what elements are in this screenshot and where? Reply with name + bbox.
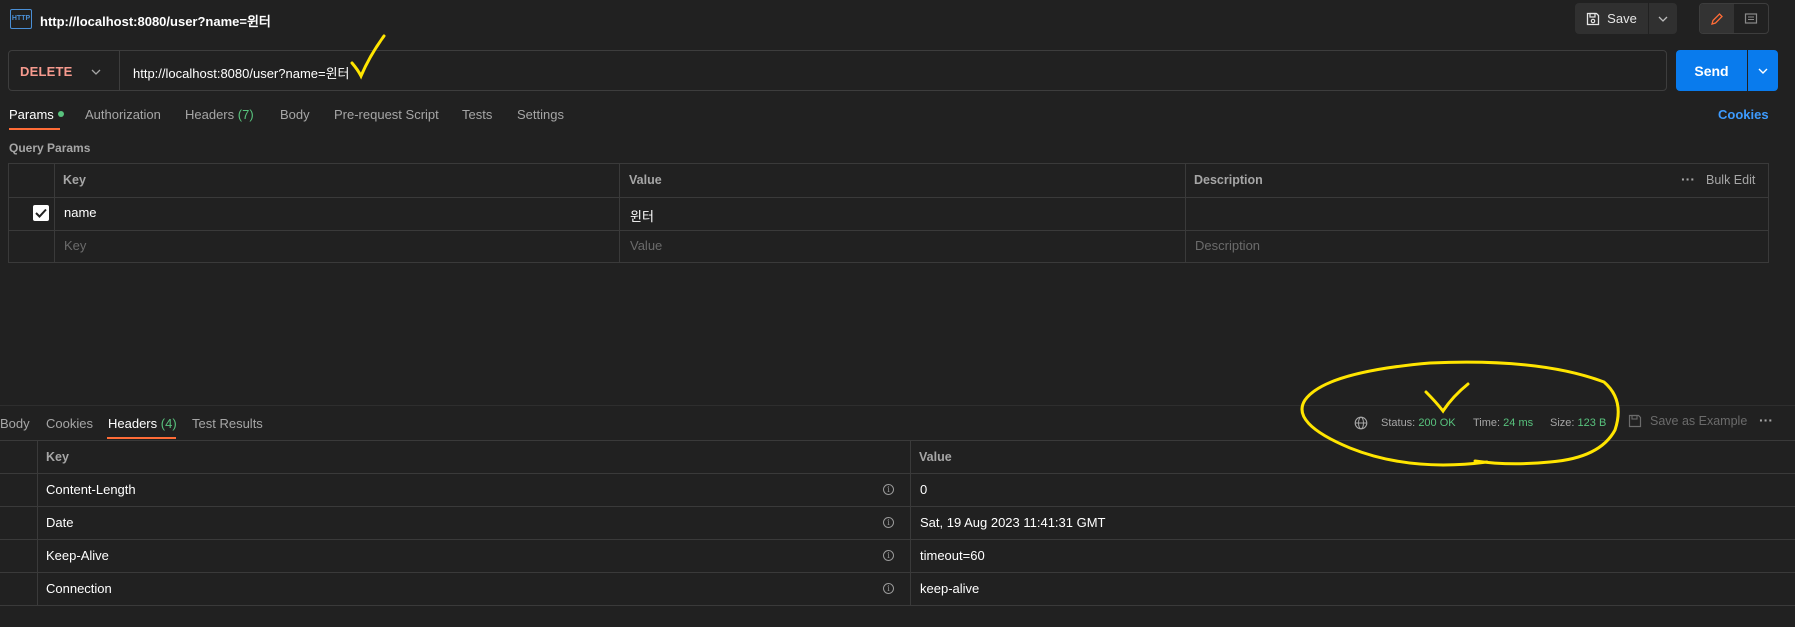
save-label: Save [1607,11,1637,26]
cookies-link[interactable]: Cookies [1718,107,1769,122]
time-value: 24 ms [1503,417,1534,429]
tab-settings[interactable]: Settings [517,107,564,122]
checkmark-annotation [1424,382,1470,414]
row-divider [0,605,1795,606]
param-enabled-checkbox[interactable] [33,205,49,221]
response-divider [0,405,1795,406]
row-divider [0,473,1795,474]
tab-label: Headers [185,107,235,122]
header-key: Keep-Alive [46,548,109,563]
row-divider [0,572,1795,573]
header-value: 0 [920,482,928,497]
tab-headers[interactable]: Headers (7) [185,107,254,122]
column-header-description: Description [1194,173,1263,187]
column-divider [910,441,911,606]
save-options-button[interactable] [1649,3,1677,34]
save-as-example-button[interactable]: Save as Example [1628,414,1747,428]
save-icon [1587,12,1600,25]
info-icon[interactable]: i [883,484,894,495]
row-divider [0,539,1795,540]
pencil-icon [1711,12,1723,25]
column-header-value: Value [919,450,952,464]
send-button[interactable]: Send [1676,50,1747,91]
column-header-key: Key [63,173,86,187]
save-button[interactable]: Save [1575,3,1648,34]
tab-label: Headers [108,416,158,431]
header-value: keep-alive [920,581,980,596]
header-value: timeout=60 [920,548,985,563]
method-select[interactable]: DELETE [20,64,72,79]
save-as-example-label: Save as Example [1650,414,1748,428]
row-divider [9,230,1768,231]
size-label: Size: [1550,417,1575,429]
response-time[interactable]: Time: 24 ms [1473,417,1533,429]
row-divider [9,197,1768,198]
query-params-table: Key Value Description ··· Bulk Edit name… [8,163,1769,263]
more-options-icon[interactable]: ··· [1759,412,1773,428]
column-divider [1185,164,1186,262]
url-input[interactable] [133,63,1633,81]
http-icon: HTTP [10,9,32,29]
chevron-down-icon[interactable] [91,63,101,78]
active-tab-indicator [107,437,176,439]
size-value: 123 B [1577,417,1607,429]
chevron-down-icon [1758,68,1768,74]
column-header-key: Key [46,450,69,464]
info-icon[interactable]: i [883,583,894,594]
response-status[interactable]: Status: 200 OK [1381,417,1456,429]
tab-count: (7) [237,107,254,122]
status-value: 200 OK [1418,417,1456,429]
edit-mode-button[interactable] [1700,4,1734,33]
tab-params[interactable]: Params [9,107,64,122]
info-icon[interactable]: i [883,550,894,561]
param-value[interactable]: 윈터 [630,206,654,225]
check-icon [35,208,47,218]
header-key: Content-Length [46,482,136,497]
view-mode-toggle [1699,3,1769,34]
tab-count: (4) [160,416,177,431]
response-size[interactable]: Size: 123 B [1550,417,1606,429]
tab-authorization[interactable]: Authorization [85,107,161,122]
globe-icon[interactable] [1354,416,1368,433]
query-params-label: Query Params [9,141,91,155]
comment-icon [1744,12,1758,24]
column-divider [619,164,620,262]
tab-response-cookies[interactable]: Cookies [46,416,93,431]
tab-pre-request-script[interactable]: Pre-request Script [334,107,439,122]
comments-button[interactable] [1734,4,1768,33]
request-title[interactable]: http://localhost:8080/user?name=윈터 [40,11,271,30]
request-url-bar: DELETE [8,50,1667,91]
tab-tests[interactable]: Tests [462,107,492,122]
bulk-edit-button[interactable]: Bulk Edit [1706,164,1755,197]
tab-header: HTTP http://localhost:8080/user?name=윈터 … [0,0,1795,40]
send-options-button[interactable] [1748,50,1778,91]
params-active-dot [57,111,64,117]
column-divider [37,441,38,606]
header-key: Connection [46,581,112,596]
status-label: Status: [1381,417,1416,429]
info-icon[interactable]: i [883,517,894,528]
tab-label: Params [9,107,54,122]
new-param-key-input[interactable]: Key [64,238,86,253]
save-icon [1628,414,1642,428]
new-param-description-input[interactable]: Description [1195,238,1260,253]
header-key: Date [46,515,74,530]
tab-response-headers[interactable]: Headers (4) [108,416,177,431]
new-param-value-input[interactable]: Value [630,238,662,253]
header-value: Sat, 19 Aug 2023 11:41:31 GMT [920,515,1106,530]
more-options-icon[interactable]: ··· [1681,164,1695,197]
row-divider [0,506,1795,507]
time-label: Time: [1473,417,1501,429]
tab-response-body[interactable]: Body [0,416,30,431]
active-tab-indicator [9,128,60,130]
tab-body[interactable]: Body [280,107,310,122]
divider [119,51,120,90]
column-header-value: Value [629,173,662,187]
response-headers-table: Key Value Content-Length i 0 Date i Sat,… [0,440,1795,606]
param-key[interactable]: name [64,205,97,220]
chevron-down-icon [1658,16,1668,22]
column-divider [54,164,55,262]
tab-test-results[interactable]: Test Results [192,416,263,431]
